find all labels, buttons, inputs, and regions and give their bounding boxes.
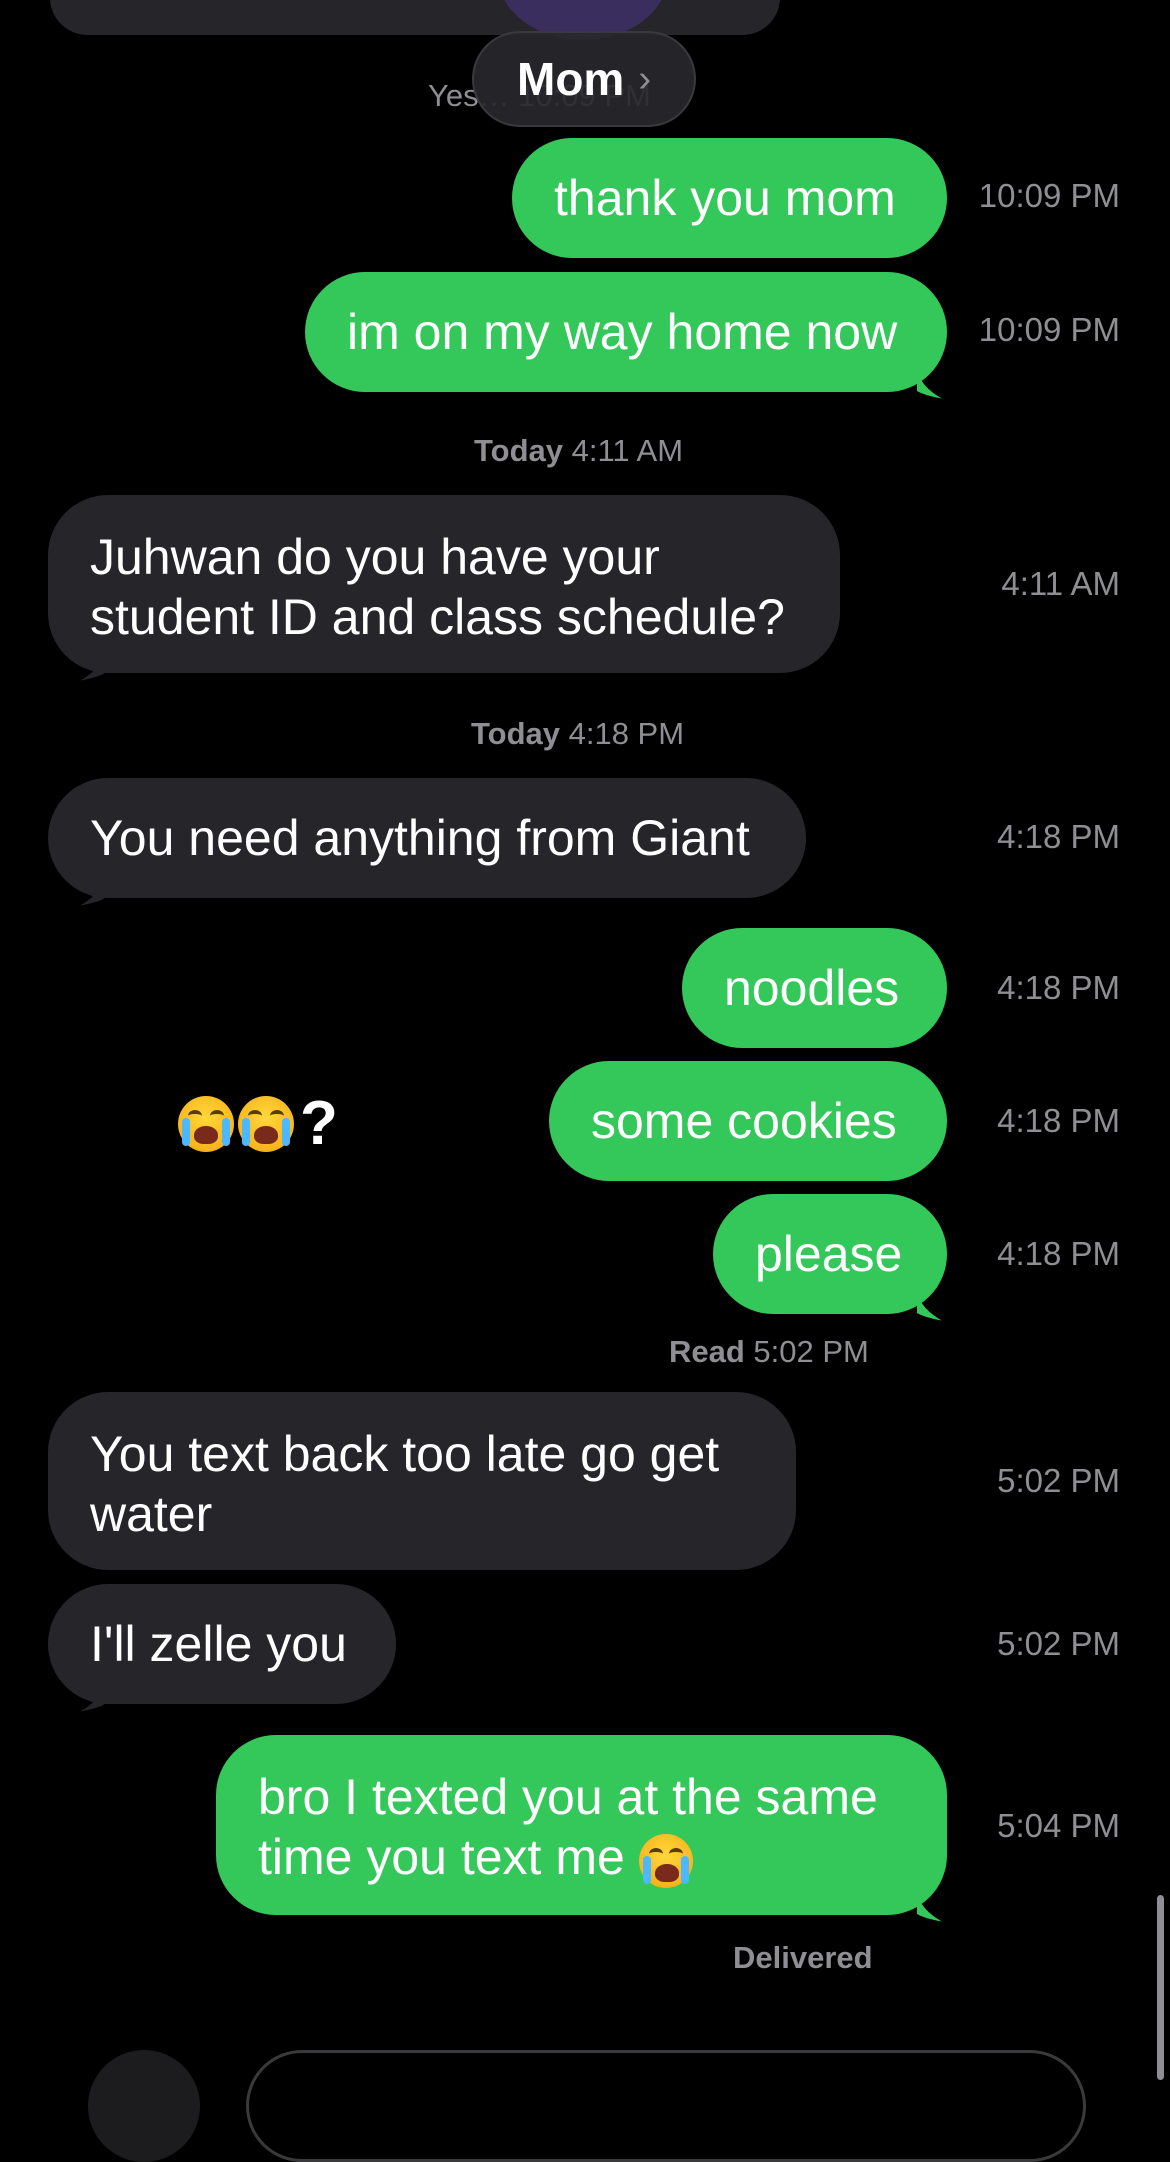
bubble-tail — [80, 1683, 105, 1712]
message-line: Juhwan do you have your — [90, 529, 660, 585]
message-time: 4:18 PM — [997, 1235, 1120, 1272]
read-time: 5:02 PM — [744, 1334, 869, 1369]
scrollbar[interactable] — [1157, 1895, 1164, 2080]
bubble-tail — [80, 652, 105, 681]
bubble-tail — [917, 1292, 942, 1321]
date-separator: Today 4:18 PM — [471, 716, 684, 752]
message-text: You need anything from Giant — [90, 810, 750, 866]
message-time: 5:02 PM — [997, 1625, 1120, 1662]
message-bubble-incoming[interactable]: You need anything from Giant — [48, 778, 806, 898]
message-text: I'll zelle you — [90, 1616, 347, 1672]
loudly-crying-face-icon — [238, 1095, 294, 1152]
message-bubble-outgoing[interactable]: im on my way home now — [305, 272, 947, 392]
message-time: 4:18 PM — [997, 818, 1120, 855]
message-bubble-outgoing[interactable]: noodles — [682, 928, 947, 1048]
message-time: 10:09 PM — [978, 177, 1120, 214]
message-time: 4:18 PM — [997, 1102, 1120, 1139]
message-time: 4:18 PM — [997, 969, 1120, 1006]
message-line: You text back too late go get — [90, 1426, 720, 1482]
bubble-tail — [80, 877, 105, 906]
message-bubble-incoming[interactable]: Juhwan do you have your student ID and c… — [48, 495, 840, 673]
separator-day: Today — [474, 433, 563, 468]
delivered-status: Delivered — [733, 1940, 873, 1975]
message-line: time you text me — [258, 1827, 905, 1888]
message-line: bro I texted you at the same — [258, 1769, 878, 1825]
message-line: water — [90, 1486, 213, 1542]
separator-time: 4:18 PM — [560, 716, 685, 751]
loudly-crying-face-icon — [178, 1095, 234, 1152]
message-bubble-incoming[interactable]: You text back too late go get water — [48, 1392, 796, 1570]
contact-name-pill[interactable]: Mom › — [472, 31, 696, 127]
apps-button[interactable] — [88, 2050, 200, 2162]
emoji-reaction: ? — [178, 1088, 338, 1159]
message-bubble-outgoing[interactable]: some cookies — [549, 1061, 947, 1181]
message-text: please — [755, 1226, 903, 1282]
reaction-suffix: ? — [300, 1089, 338, 1158]
contact-name: Mom — [517, 53, 625, 105]
message-time: 10:09 PM — [978, 311, 1120, 348]
message-bubble-outgoing[interactable]: thank you mom — [512, 138, 947, 258]
message-text: im on my way home now — [347, 304, 898, 360]
separator-day: Today — [471, 716, 560, 751]
message-text: some cookies — [591, 1093, 897, 1149]
bubble-tail — [917, 1893, 942, 1922]
message-line: student ID and class schedule? — [90, 589, 785, 645]
message-time: 4:11 AM — [1001, 565, 1120, 602]
chevron-right-icon: › — [638, 57, 651, 100]
message-input-field[interactable] — [246, 2050, 1086, 2162]
date-separator: Today 4:11 AM — [474, 433, 683, 469]
message-time: 5:02 PM — [997, 1462, 1120, 1499]
read-receipt: Read 5:02 PM — [669, 1334, 869, 1370]
bubble-tail — [917, 370, 942, 399]
loudly-crying-face-icon — [638, 1833, 693, 1888]
message-bubble-outgoing[interactable]: bro I texted you at the same time you te… — [216, 1735, 947, 1915]
message-time: 5:04 PM — [997, 1807, 1120, 1844]
read-label: Read — [669, 1334, 745, 1369]
previous-bubble-edge — [50, 0, 780, 35]
message-text: noodles — [724, 960, 900, 1016]
separator-time: 4:11 AM — [563, 433, 684, 468]
message-text: thank you mom — [554, 170, 896, 226]
